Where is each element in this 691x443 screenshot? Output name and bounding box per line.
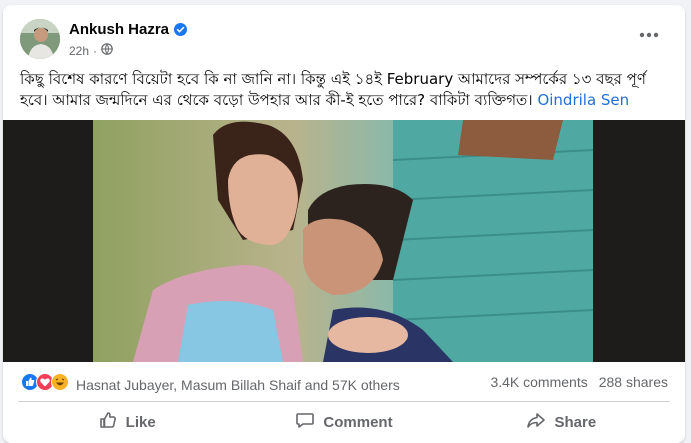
post-stats: Hasnat Jubayer, Masum Billah Shaif and 5… <box>3 365 685 401</box>
like-label: Like <box>125 413 156 431</box>
post-header: Ankush Hazra 22h · <box>3 5 685 67</box>
post-caption: কিছু বিশেষ কারণে বিয়েটা হবে কি না জানি … <box>20 69 670 111</box>
comment-button[interactable]: Comment <box>235 403 452 441</box>
comment-label: Comment <box>323 413 393 431</box>
comment-icon <box>295 410 315 434</box>
shares-count[interactable]: 288 shares <box>599 374 668 390</box>
reactors-text[interactable]: Hasnat Jubayer, Masum Billah Shaif and 5… <box>76 377 400 393</box>
like-icon <box>98 410 118 434</box>
engagement-counts: 3.4K comments 288 shares <box>490 374 668 390</box>
post-time[interactable]: 22h <box>69 44 89 58</box>
author-row: Ankush Hazra <box>69 21 188 38</box>
share-button[interactable]: Share <box>453 403 670 441</box>
share-label: Share <box>554 413 597 431</box>
like-button[interactable]: Like <box>18 403 235 441</box>
verified-badge-icon <box>174 23 188 36</box>
reactions-summary[interactable]: Hasnat Jubayer, Masum Billah Shaif and 5… <box>21 373 400 396</box>
post-media[interactable] <box>3 120 685 362</box>
actions-divider <box>18 401 670 402</box>
comments-count[interactable]: 3.4K comments <box>490 374 587 390</box>
more-options-icon[interactable] <box>635 25 663 45</box>
author-name[interactable]: Ankush Hazra <box>69 21 169 38</box>
share-icon <box>526 410 546 434</box>
action-bar: Like Comment Share <box>18 403 670 441</box>
avatar[interactable] <box>20 19 60 59</box>
post-photo[interactable] <box>93 120 593 362</box>
dot-separator: · <box>93 43 98 58</box>
globe-icon <box>101 43 113 58</box>
post-meta: 22h · <box>69 43 113 58</box>
tagged-person-link[interactable]: Oindrila Sen <box>537 91 629 109</box>
post-card: Ankush Hazra 22h · কিছু বিশেষ কারণে বিয়… <box>3 5 685 443</box>
haha-reaction-icon <box>51 373 69 396</box>
